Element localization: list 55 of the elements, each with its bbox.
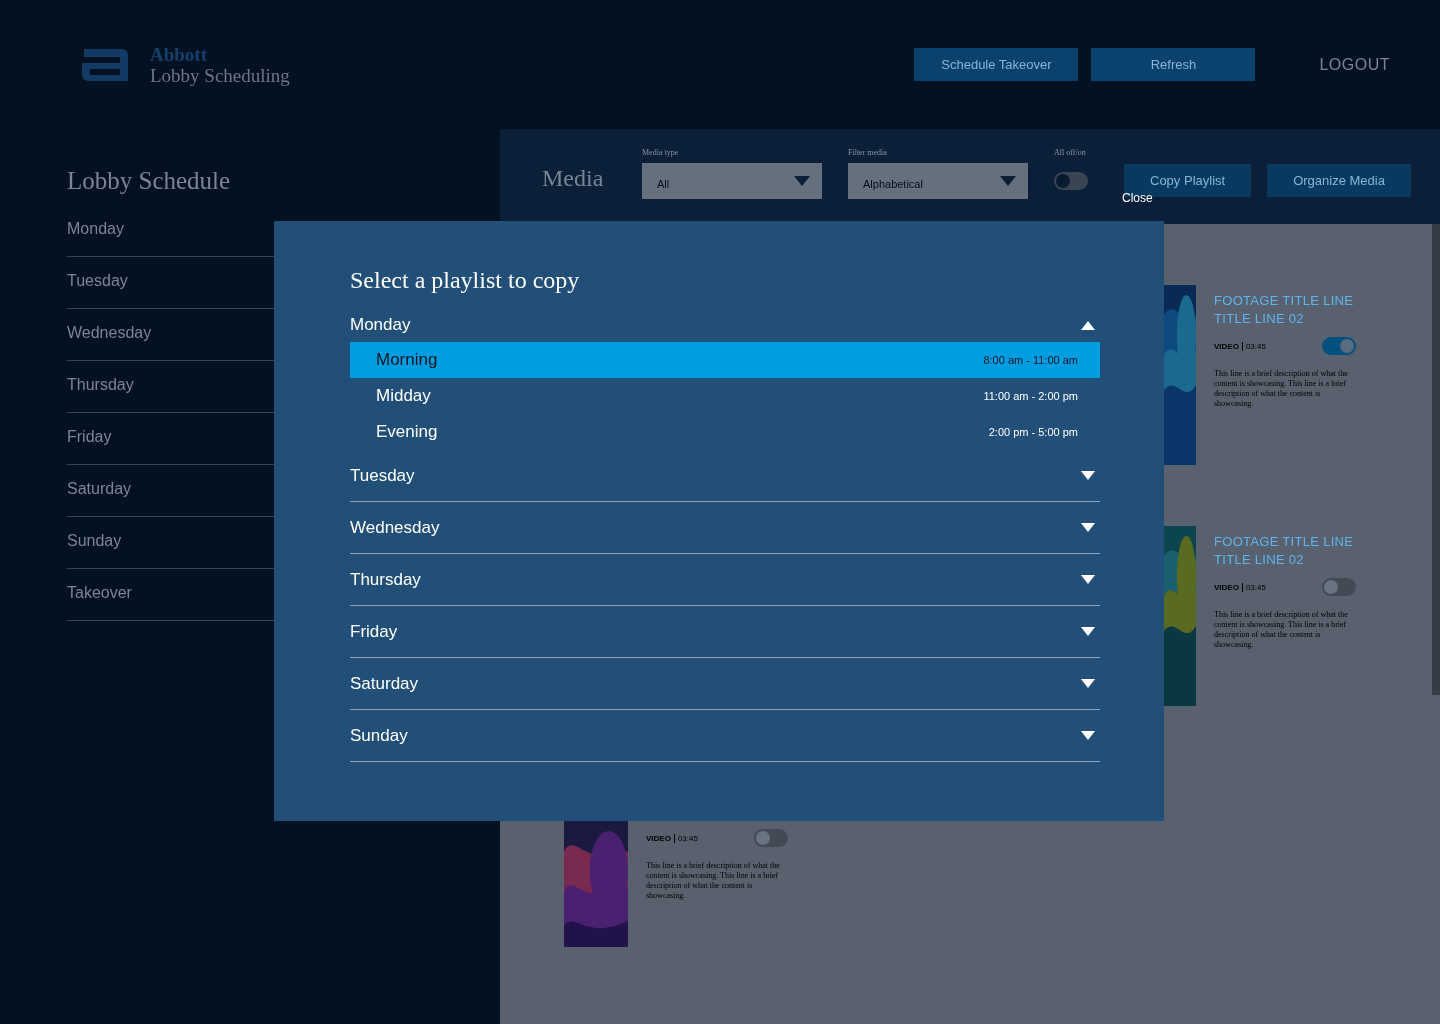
playlist-row[interactable]: Midday 11:00 am - 2:00 pm [350,378,1100,414]
dropdown[interactable]: All [642,163,822,199]
media-meta: VIDEO [1214,582,1239,592]
collapse-icon [1081,320,1095,330]
playlist-time: 2:00 pm - 5:00 pm [988,426,1078,438]
header-button[interactable]: Schedule Takeover [914,48,1079,81]
accordion-header[interactable]: Monday [350,308,1100,342]
expand-icon [1081,731,1095,740]
media-duration: 03:45 [673,833,698,843]
expand-icon [1081,523,1095,532]
accordion-header[interactable]: Thursday [350,554,1100,606]
expand-icon [1081,679,1095,688]
playlist-time: 11:00 am - 2:00 pm [983,390,1078,402]
playlist-name: Morning [376,350,438,370]
toggle-switch[interactable] [1322,578,1356,596]
media-meta: VIDEO [1214,341,1239,351]
card-description: This line is a brief description of what the content is showcasing. This line is a brief description of what the content is showcasing. [646,861,781,901]
logout-link[interactable]: LOGOUT [1319,55,1390,74]
toggle-switch[interactable] [1054,172,1088,190]
toggle-switch[interactable] [754,829,788,847]
accordion-header[interactable]: Sunday [350,710,1100,762]
card-title: FOOTAGE TITLE LINE TITLE LINE 02 [1214,533,1355,569]
brand-name: Abbott [150,44,208,65]
card-description: This line is a brief description of what the content is showcasing. This line is a brief description of what the content is showcasing. [1214,610,1349,650]
toggle-switch[interactable] [1322,337,1356,355]
expand-icon [1081,471,1095,480]
media-meta: VIDEO [646,833,671,843]
expand-icon [1081,575,1095,584]
playlist-name: Evening [376,422,438,442]
header-button[interactable]: Refresh [1091,48,1256,81]
app-name: Lobby Scheduling [150,65,290,86]
card-title: FOOTAGE TITLE LINE TITLE LINE 02 [1214,292,1355,328]
expand-icon [1081,627,1095,636]
caret-icon [1000,176,1016,186]
accordion-header[interactable]: Tuesday [350,450,1100,502]
media-title: Media [542,165,605,192]
accordion-header[interactable]: Friday [350,606,1100,658]
media-button[interactable]: Organize Media [1267,164,1411,197]
accordion-header[interactable]: Saturday [350,658,1100,710]
playlist-name: Midday [376,386,431,406]
toggle-label: All off/on [1054,148,1087,159]
caret-icon [794,176,810,186]
accordion-header[interactable]: Wednesday [350,502,1100,554]
filter-label: Media type [642,148,680,159]
playlist-row[interactable]: Morning 8:00 am - 11:00 am [350,342,1100,378]
playlist-time: 8:00 am - 11:00 am [983,354,1078,366]
playlist-row[interactable]: Evening 2:00 pm - 5:00 pm [350,414,1100,450]
media-duration: 03:45 [1241,341,1266,351]
filter-label: Filter media [848,148,888,159]
dropdown[interactable]: Alphabetical [848,163,1028,199]
media-duration: 03:45 [1241,582,1266,592]
dialog-title: Select a playlist to copy [350,267,581,294]
sidebar-title: Lobby Schedule [67,167,232,195]
scrollbar[interactable] [1432,224,1440,695]
card-description: This line is a brief description of what the content is showcasing. This line is a brief description of what the content is showcasing. [1214,369,1349,409]
